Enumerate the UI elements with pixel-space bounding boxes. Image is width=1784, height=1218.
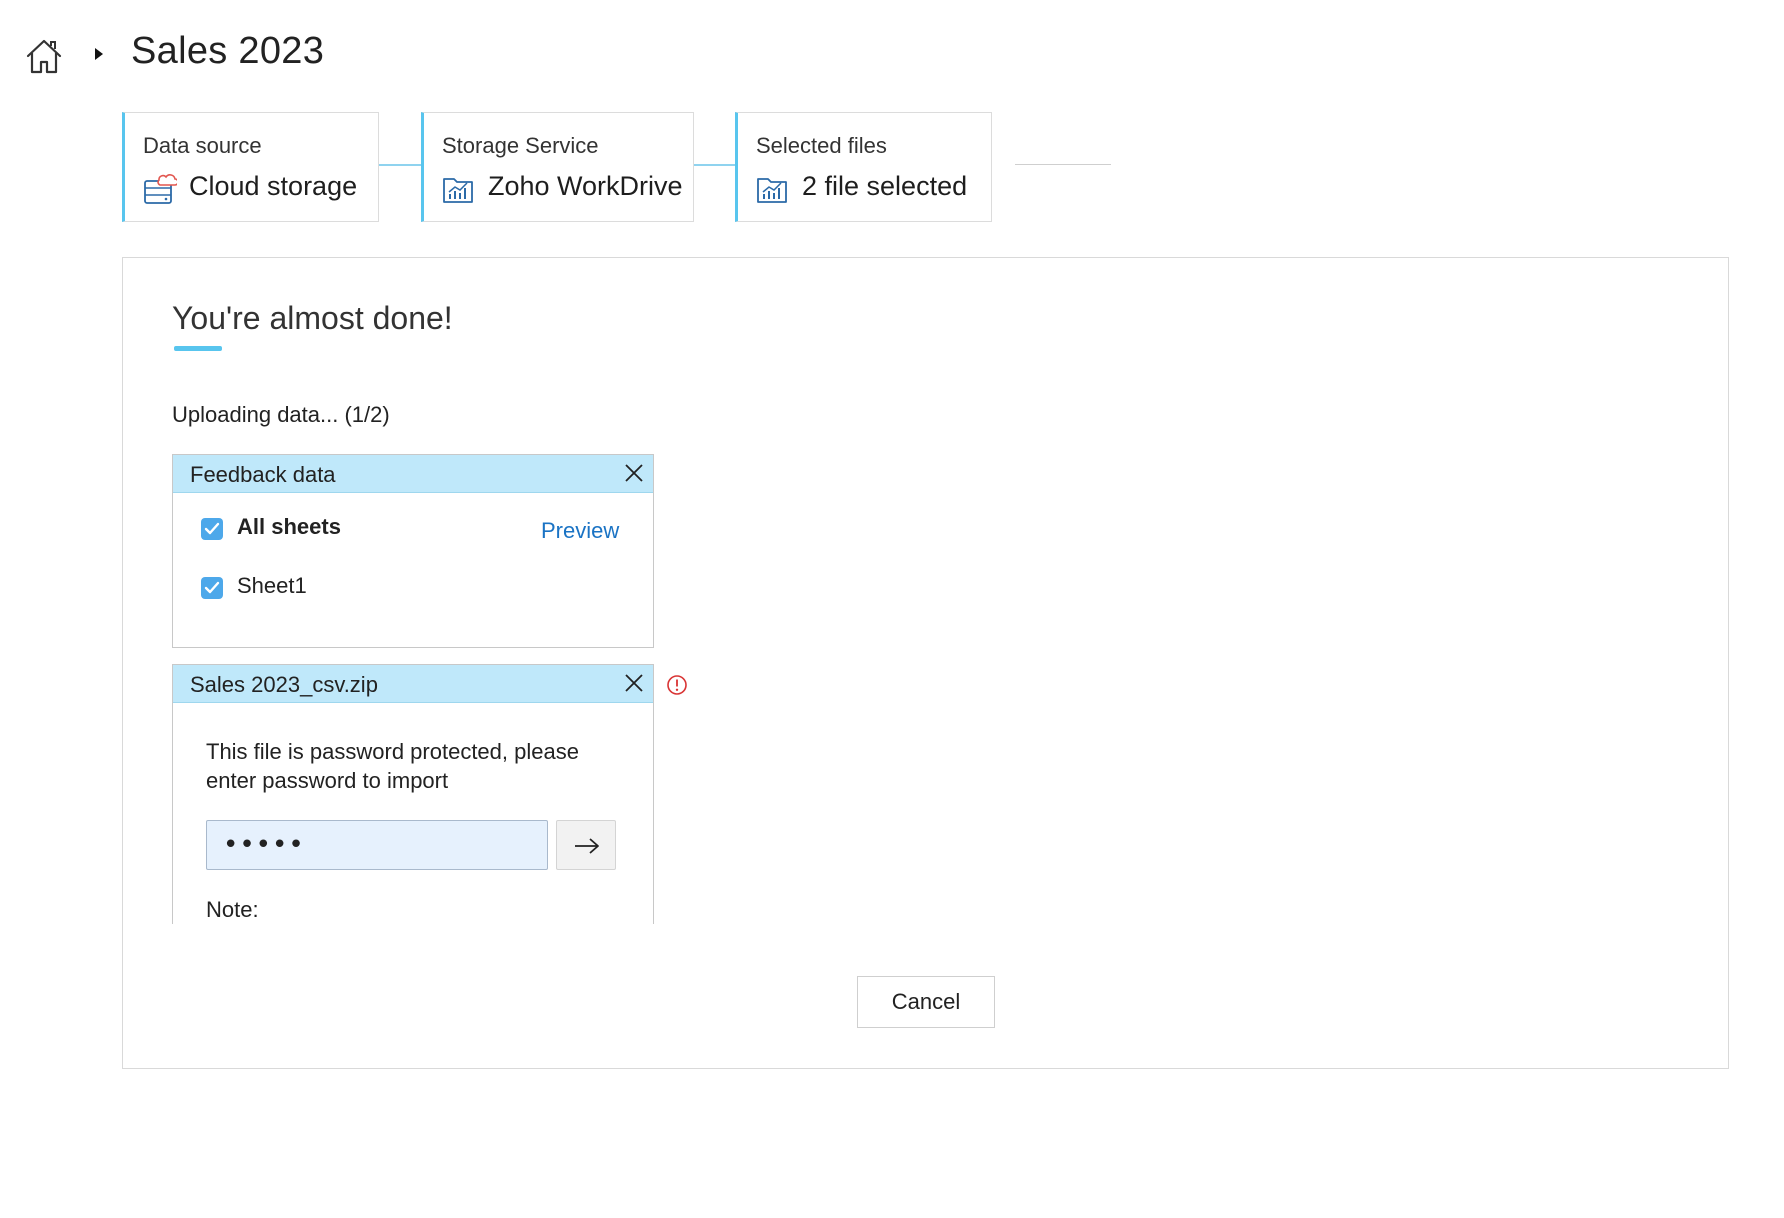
step-value: 2 file selected [802, 171, 968, 201]
step-label: Storage Service [442, 133, 599, 158]
close-icon[interactable] [623, 462, 645, 484]
upload-progress-text: Uploading data... (1/2) [172, 402, 390, 427]
folder-chart-icon [756, 171, 790, 205]
step-connector [379, 164, 421, 166]
step-trail-line [1015, 164, 1111, 165]
step-connector [694, 164, 735, 166]
step-label: Selected files [756, 133, 887, 158]
step-selected-files: Selected files 2 file selected [735, 112, 992, 222]
step-value: Zoho WorkDrive [488, 171, 683, 201]
file-header: Feedback data [173, 455, 653, 493]
password-submit-button[interactable] [556, 820, 616, 870]
file-name: Sales 2023_csv.zip [190, 672, 378, 697]
page-title: Sales 2023 [131, 30, 325, 72]
cancel-button[interactable]: Cancel [857, 976, 995, 1028]
panel-title: You're almost done! [172, 300, 453, 336]
password-message: This file is password protected, please … [206, 739, 579, 793]
preview-link[interactable]: Preview [541, 518, 619, 544]
file-name: Feedback data [190, 462, 336, 487]
close-icon[interactable] [623, 672, 645, 694]
step-storage-service: Storage Service Zoho WorkDrive [421, 112, 694, 222]
title-underline [174, 346, 222, 351]
step-data-source: Data source Cloud storage [122, 112, 379, 222]
file-header: Sales 2023_csv.zip [173, 665, 653, 703]
file-card-sales-zip: Sales 2023_csv.zip This file is password… [172, 664, 654, 924]
all-sheets-label[interactable]: All sheets [237, 514, 341, 540]
password-input[interactable]: ••••• [206, 820, 548, 870]
sheet1-label[interactable]: Sheet1 [237, 573, 307, 599]
step-label: Data source [143, 133, 262, 158]
sheet1-checkbox[interactable] [201, 577, 223, 599]
note-label: Note: [206, 897, 259, 922]
caret-right-icon [94, 47, 104, 61]
file-card-feedback: Feedback data All sheets Preview Sheet1 [172, 454, 654, 648]
import-panel: You're almost done! Uploading data... (1… [122, 257, 1729, 1069]
home-icon[interactable] [24, 36, 64, 76]
folder-chart-icon [442, 171, 476, 205]
error-icon [666, 674, 688, 696]
step-value: Cloud storage [189, 171, 358, 201]
all-sheets-checkbox[interactable] [201, 518, 223, 540]
arrow-right-icon [575, 838, 599, 854]
cloud-storage-icon [143, 171, 179, 205]
